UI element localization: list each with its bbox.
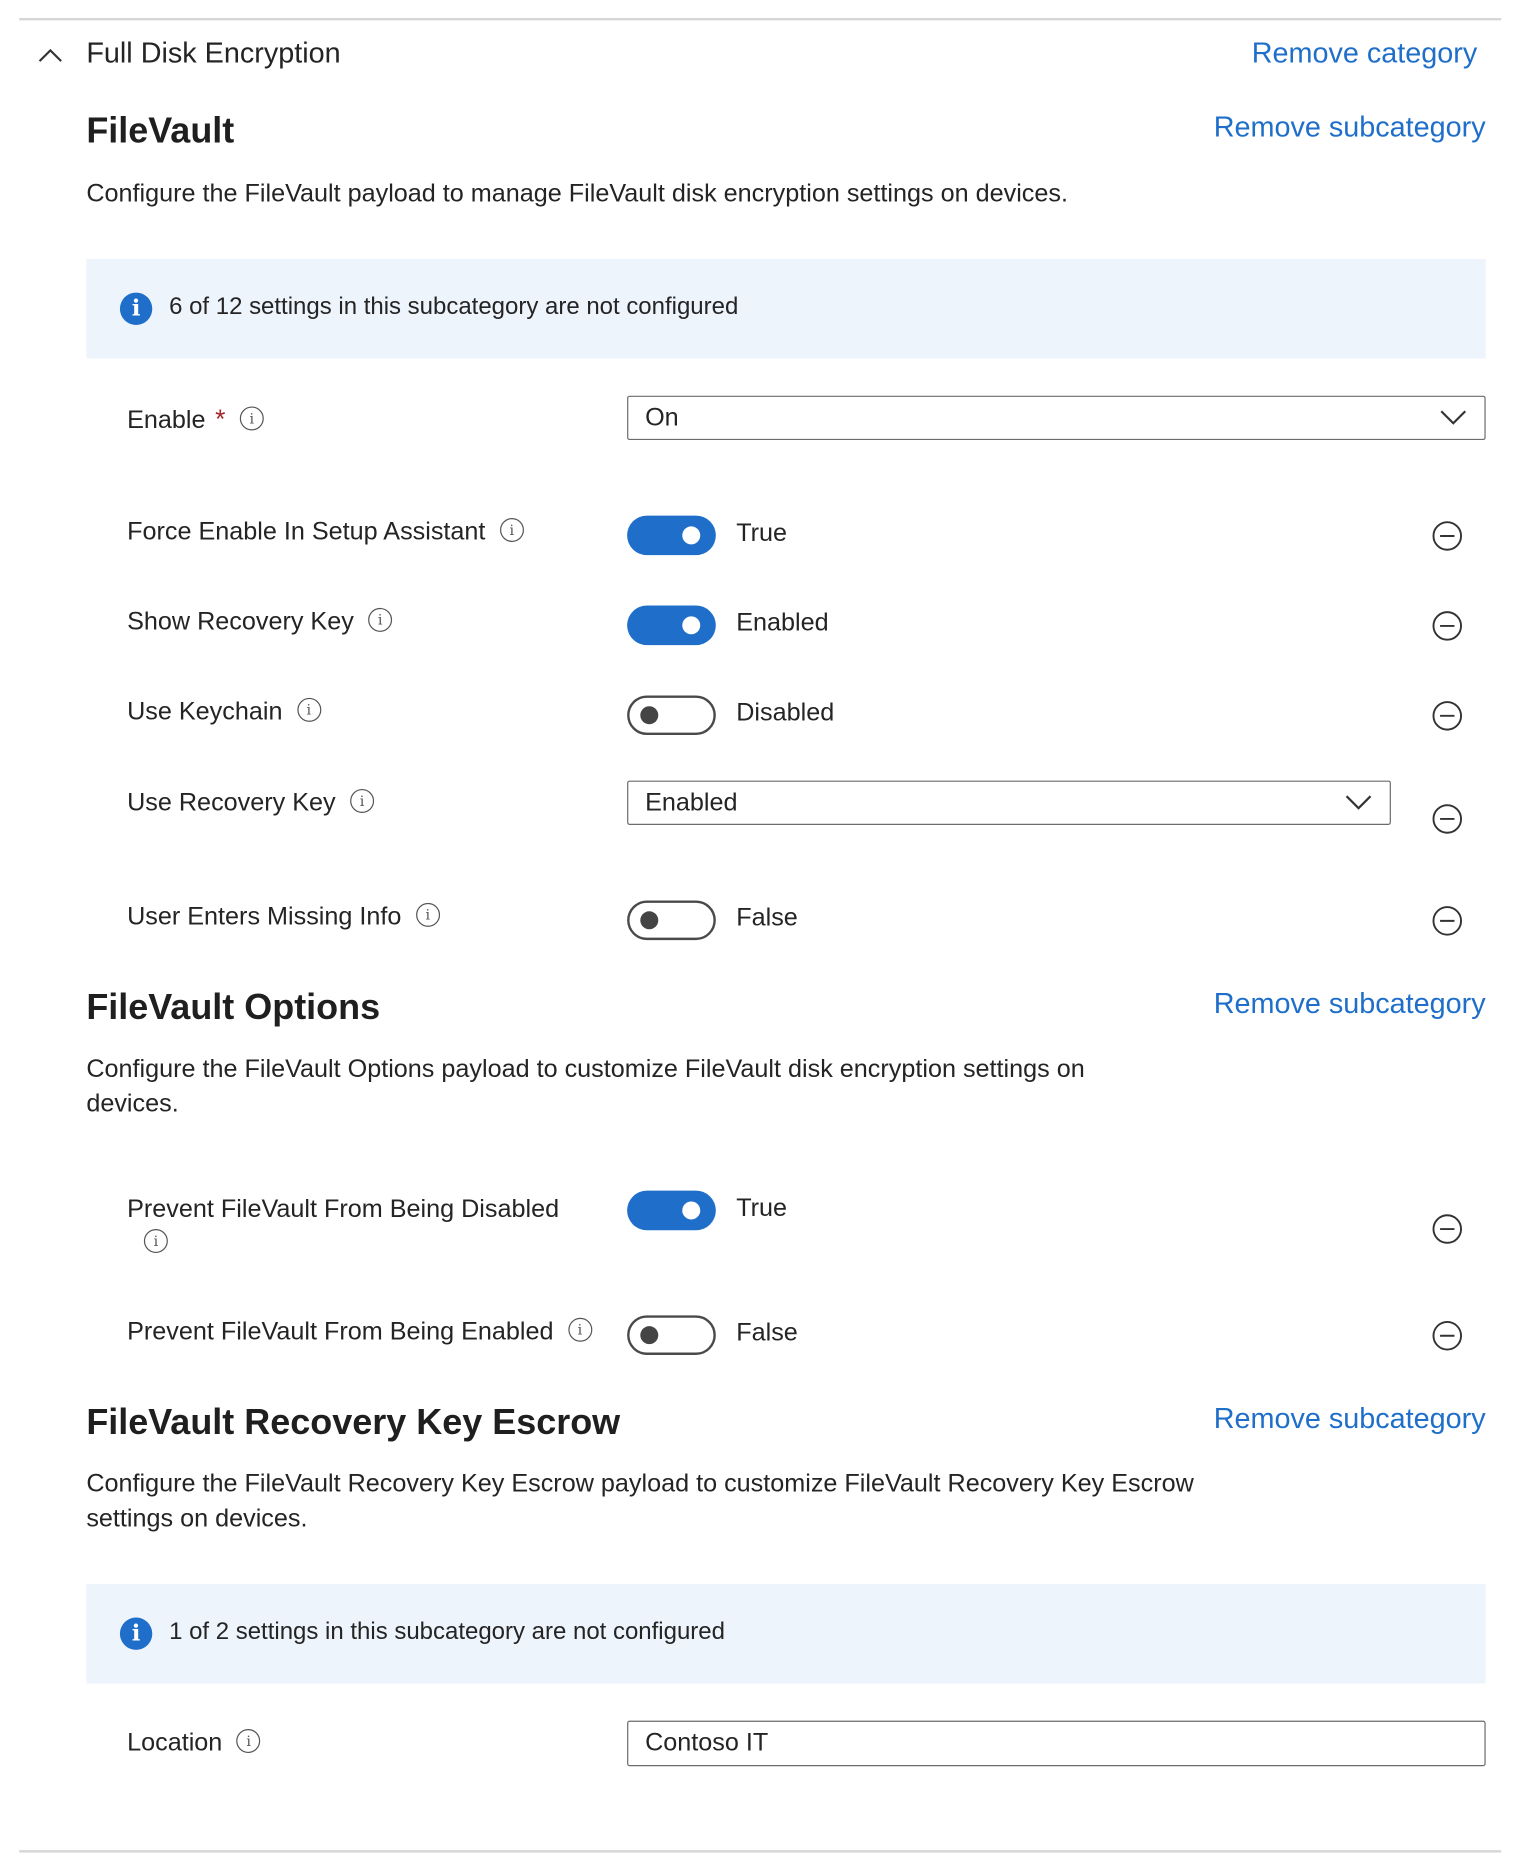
remove-setting-icon[interactable] [1432, 1320, 1463, 1351]
setting-label-use-recovery-key: Use Recovery Key i [127, 789, 374, 818]
top-divider [19, 17, 1502, 21]
setting-label-text: Show Recovery Key [127, 607, 354, 636]
use-keychain-toggle[interactable] [627, 695, 716, 736]
setting-label-user-enters-missing-info: User Enters Missing Info i [127, 903, 440, 932]
remove-subcategory-recovery-key-escrow[interactable]: Remove subcategory [1214, 1403, 1486, 1437]
info-icon[interactable]: i [368, 608, 393, 633]
dropdown-value: On [645, 404, 679, 432]
toggle-knob [640, 911, 659, 930]
remove-setting-icon[interactable] [1432, 610, 1463, 641]
prevent-enabled-toggle[interactable] [627, 1315, 716, 1355]
remove-subcategory-filevault-options[interactable]: Remove subcategory [1214, 988, 1486, 1022]
category-title: Full Disk Encryption [86, 37, 341, 70]
remove-setting-icon[interactable] [1432, 700, 1463, 731]
info-icon[interactable]: i [296, 698, 321, 723]
remove-category-link[interactable]: Remove category [1252, 37, 1478, 71]
use-recovery-key-dropdown[interactable]: Enabled [627, 780, 1391, 825]
setting-label-prevent-disabled: Prevent FileVault From Being Disabled i [127, 1193, 607, 1260]
setting-label-text: Prevent FileVault From Being Enabled [127, 1317, 554, 1346]
toggle-knob [682, 1201, 701, 1220]
remove-subcategory-filevault[interactable]: Remove subcategory [1214, 112, 1486, 146]
setting-label-text: User Enters Missing Info [127, 902, 402, 931]
setting-label-text: Use Keychain [127, 697, 283, 726]
user-enters-missing-info-toggle[interactable] [627, 900, 716, 941]
setting-label-text: Location [127, 1729, 223, 1757]
info-banner-filevault: i 6 of 12 settings in this subcategory a… [86, 258, 1486, 359]
toggle-value: False [736, 1318, 798, 1347]
bottom-divider [19, 1850, 1502, 1853]
prevent-disabled-toggle[interactable] [627, 1190, 716, 1231]
toggle-knob [640, 706, 659, 725]
setting-label-force-enable: Force Enable In Setup Assistant i [127, 518, 524, 547]
setting-label-show-recovery-key: Show Recovery Key i [127, 607, 393, 637]
info-icon[interactable]: i [350, 789, 374, 814]
dropdown-value: Enabled [645, 788, 738, 817]
setting-label-text: Force Enable In Setup Assistant [127, 517, 486, 546]
chevron-up-icon[interactable] [36, 43, 65, 67]
info-icon[interactable]: i [236, 1729, 261, 1754]
required-marker: * [215, 404, 226, 435]
info-icon[interactable]: i [567, 1318, 592, 1343]
toggle-value: False [736, 904, 798, 932]
toggle-value: Enabled [736, 609, 829, 637]
chevron-down-icon [1345, 795, 1372, 810]
subcategory-description-filevault: Configure the FileVault payload to manag… [86, 179, 1068, 208]
toggle-value: True [736, 519, 788, 547]
setting-label-text: Enable [127, 406, 206, 435]
setting-label-enable: Enable * i [127, 404, 264, 435]
subcategory-title-recovery-key-escrow: FileVault Recovery Key Escrow [86, 1402, 621, 1443]
banner-text: 1 of 2 settings in this subcategory are … [169, 1618, 725, 1646]
enable-dropdown[interactable]: On [627, 395, 1486, 441]
info-icon[interactable]: i [239, 407, 264, 432]
force-enable-toggle[interactable] [627, 515, 716, 556]
setting-label-text: Prevent FileVault From Being Disabled [127, 1195, 560, 1224]
toggle-knob [682, 616, 701, 635]
info-icon[interactable]: i [499, 518, 524, 543]
setting-label-prevent-enabled: Prevent FileVault From Being Enabled i [127, 1318, 592, 1347]
subcategory-title-filevault: FileVault [86, 111, 235, 152]
setting-label-text: Use Recovery Key [127, 788, 336, 817]
toggle-value: Disabled [736, 699, 835, 727]
remove-setting-icon[interactable] [1432, 520, 1463, 551]
remove-setting-icon[interactable] [1432, 1213, 1463, 1244]
info-icon[interactable]: i [415, 903, 440, 928]
subcategory-title-filevault-options: FileVault Options [86, 988, 381, 1028]
info-banner-recovery-key-escrow: i 1 of 2 settings in this subcategory ar… [86, 1583, 1486, 1684]
info-filled-icon: i [119, 1617, 153, 1650]
chevron-down-icon [1440, 410, 1467, 425]
toggle-knob [682, 526, 701, 545]
remove-setting-icon[interactable] [1432, 905, 1463, 936]
setting-label-location: Location i [127, 1729, 261, 1758]
subcategory-description-filevault-options: Configure the FileVault Options payload … [86, 1055, 1085, 1118]
info-filled-icon: i [119, 292, 153, 325]
show-recovery-key-toggle[interactable] [627, 605, 716, 646]
toggle-value: True [736, 1194, 788, 1222]
banner-text: 6 of 12 settings in this subcategory are… [169, 293, 739, 321]
location-input[interactable]: Contoso IT [627, 1720, 1486, 1767]
remove-setting-icon[interactable] [1432, 803, 1463, 834]
toggle-knob [640, 1326, 659, 1345]
info-icon[interactable]: i [143, 1229, 168, 1254]
setting-label-use-keychain: Use Keychain i [127, 698, 321, 727]
subcategory-description-recovery-key-escrow: Configure the FileVault Recovery Key Esc… [86, 1470, 1194, 1533]
